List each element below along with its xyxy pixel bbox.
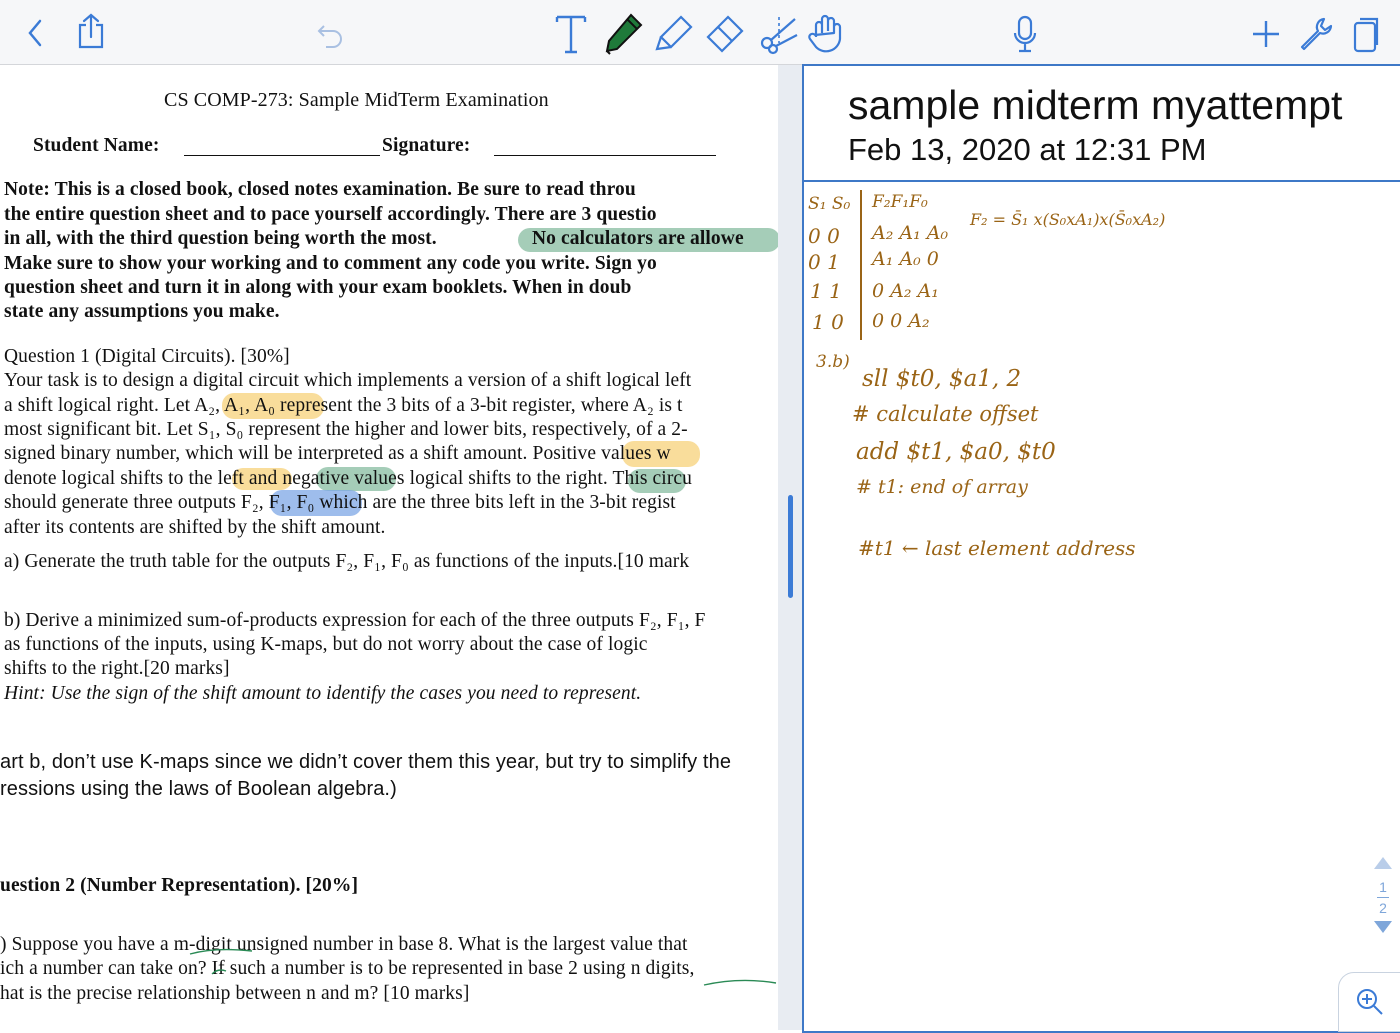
hw-table-cell: 0 1 [808, 250, 840, 274]
hw-table-cell: A₂ A₁ A₀ [872, 222, 949, 244]
hw-table-cell: 1 1 [810, 279, 842, 303]
hw-table-cell: A₁ A₀ 0 [872, 248, 939, 270]
note-title: sample midterm myattempt [848, 82, 1343, 128]
share-icon[interactable] [74, 12, 108, 50]
scrollbar[interactable] [788, 495, 793, 598]
hw-table-cell: 0 A₂ A₁ [872, 280, 939, 302]
scissors-icon[interactable] [756, 12, 800, 56]
eraser-icon[interactable] [703, 12, 747, 56]
note-header-separator [804, 180, 1400, 182]
wrench-icon[interactable] [1296, 14, 1336, 54]
pen-icon[interactable] [600, 10, 646, 58]
hw-label-3b: 3.b) [816, 352, 850, 372]
chevron-left-icon[interactable] [20, 18, 50, 48]
hw-table-header-s: S₁ S₀ [808, 194, 851, 214]
hw-code-line: add $t1, $a0, $t0 [856, 439, 1056, 465]
hw-code-line: # t1: end of array [856, 476, 1028, 498]
page-up-icon[interactable] [1372, 856, 1394, 873]
hand-icon[interactable] [806, 12, 846, 56]
page-down-icon[interactable] [1372, 920, 1394, 937]
microphone-icon[interactable] [1010, 14, 1040, 54]
toolbar [0, 0, 1400, 65]
hw-code-line: #t1 ← last element address [858, 536, 1136, 560]
page-icon[interactable] [1350, 14, 1382, 54]
text-tool-icon[interactable] [552, 12, 590, 56]
page-divider [1377, 897, 1389, 898]
hw-table-cell: 0 0 [808, 224, 840, 248]
hw-table-header-f: F₂F₁F₀ [872, 192, 928, 212]
pen-underlines [189, 948, 777, 986]
undo-icon[interactable] [314, 18, 348, 52]
hw-table-rule [860, 190, 862, 340]
hw-table-cell: 0 0 A₂ [872, 310, 930, 332]
hw-formula: F₂ = S̄₁ x(S₀xA₁)x(S̄₀xA₂) [970, 210, 1166, 229]
zoom-in-icon[interactable] [1338, 972, 1400, 1032]
hw-table-cell: 1 0 [812, 310, 844, 334]
hw-code-line: # calculate offset [852, 402, 1039, 426]
total-pages: 2 [1379, 900, 1387, 916]
current-page: 1 [1379, 879, 1387, 895]
page-indicator[interactable]: 1 2 [1372, 856, 1394, 937]
notes-panel[interactable]: sample midterm myattempt Feb 13, 2020 at… [802, 64, 1400, 1033]
hw-code-line: sll $t0, $a1, 2 [862, 366, 1022, 392]
highlighter-icon[interactable] [652, 12, 696, 56]
note-date: Feb 13, 2020 at 12:31 PM [848, 132, 1207, 167]
plus-icon[interactable] [1250, 18, 1282, 50]
pdf-viewer[interactable]: CS COMP-273: Sample MidTerm Examination … [0, 65, 778, 1030]
